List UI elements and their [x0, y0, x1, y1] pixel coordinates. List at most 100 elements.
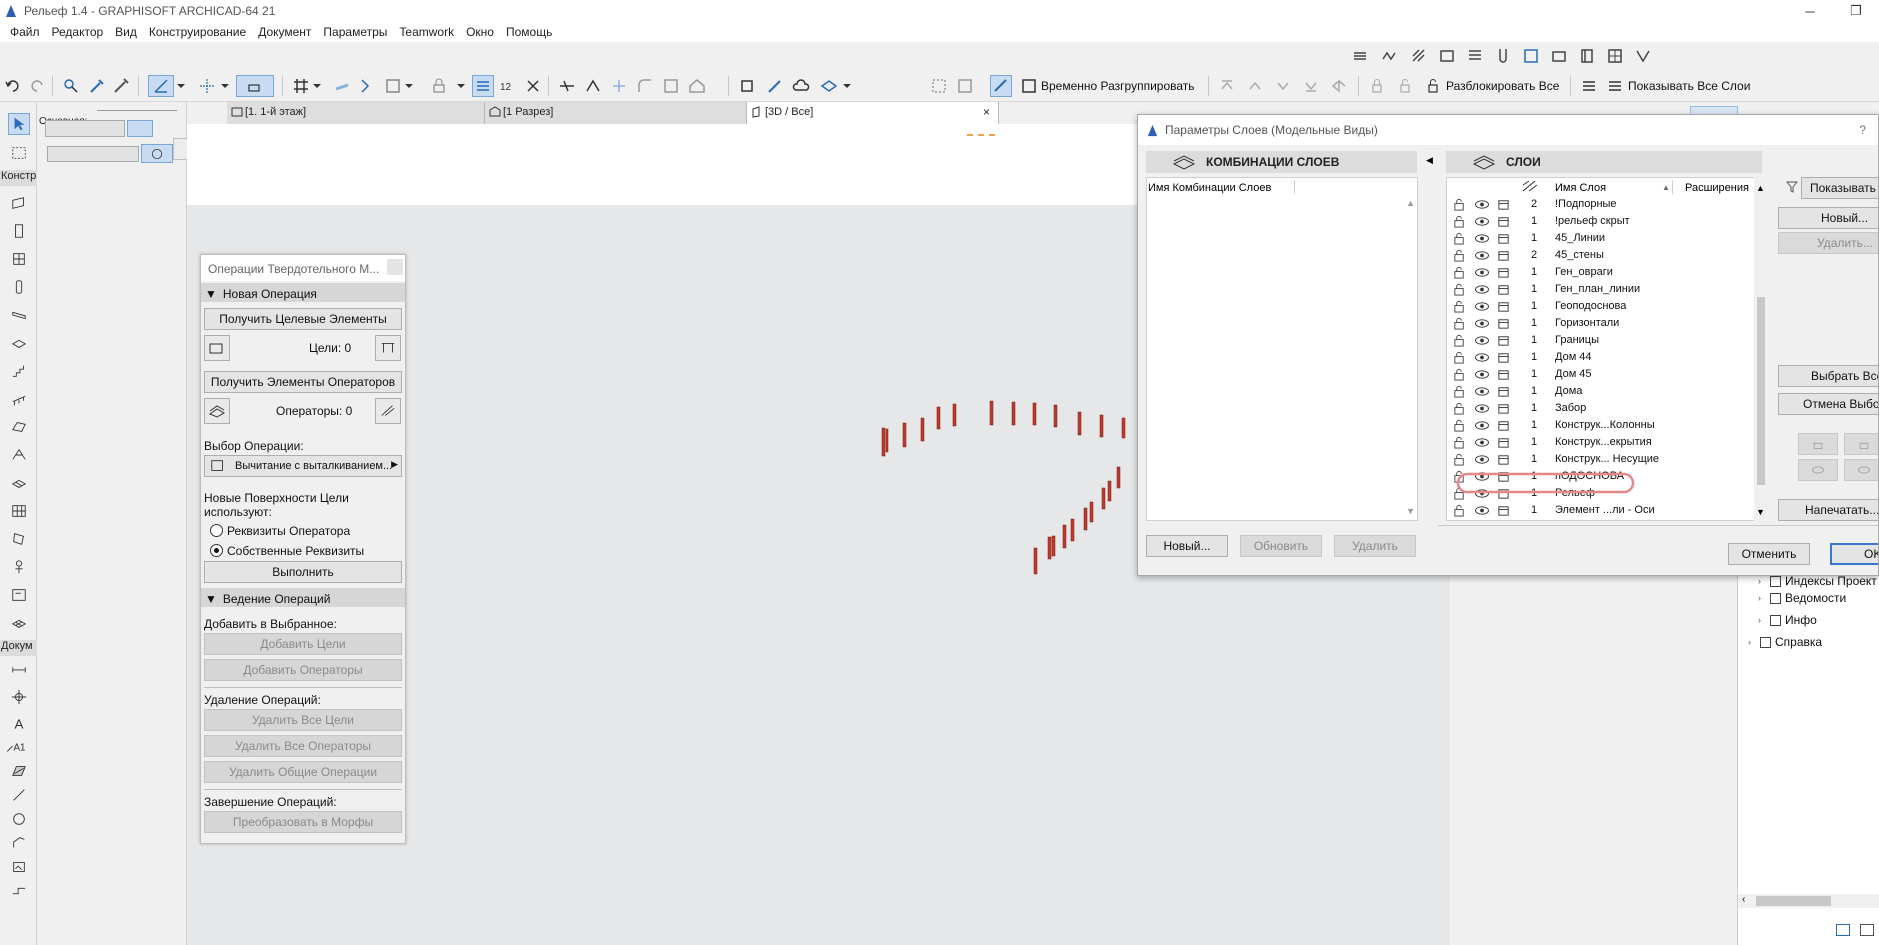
eye-icon[interactable]	[1474, 249, 1490, 262]
explode-icon[interactable]	[738, 77, 756, 95]
beam-tool-icon[interactable]	[8, 304, 30, 326]
show-all-layers-label[interactable]: Показывать Все Слои	[1628, 79, 1750, 93]
operator-attributes-radio[interactable]	[210, 524, 223, 537]
syringe-icon[interactable]	[112, 77, 130, 95]
layer-row[interactable]: 1 Забор	[1447, 400, 1757, 417]
section-manage-operations[interactable]: ▼ Ведение Операций	[201, 588, 405, 607]
selection-method-buttons[interactable]	[45, 120, 125, 137]
group-icon[interactable]	[930, 77, 948, 95]
intersection-group-number[interactable]: 1	[1528, 317, 1540, 329]
print-button[interactable]: Напечатать...	[1778, 499, 1878, 521]
column-tool-icon[interactable]	[8, 276, 30, 298]
own-attributes-radio[interactable]	[210, 544, 223, 557]
delete-all-operators-button[interactable]: Удалить Все Операторы	[204, 735, 402, 757]
operation-type-select[interactable]: Вычитание с выталкиванием... ▶	[204, 455, 402, 477]
eye-icon[interactable]	[1474, 283, 1490, 296]
marquee-tool-icon[interactable]	[8, 142, 30, 164]
intersection-group-number[interactable]: 1	[1528, 266, 1540, 278]
show-all-layers-icon[interactable]	[1606, 77, 1624, 95]
chevron-down-icon[interactable]	[220, 77, 230, 95]
intersection-group-number[interactable]: 1	[1528, 402, 1540, 414]
fill-icon[interactable]	[1410, 47, 1428, 65]
convert-to-morphs-button[interactable]: Преобразовать в Морфы	[204, 811, 402, 833]
curtain-wall-tool-icon[interactable]	[8, 500, 30, 522]
eye-icon[interactable]	[1474, 334, 1490, 347]
unlock-icon[interactable]	[1453, 232, 1466, 245]
gravity-icon[interactable]	[334, 77, 352, 95]
help-button[interactable]: ?	[1859, 123, 1866, 137]
morph-tool-icon[interactable]	[8, 528, 30, 550]
section-new-operation[interactable]: ▼ Новая Операция	[201, 283, 405, 302]
fillet-icon[interactable]	[636, 77, 654, 95]
layer-row[interactable]: 1 Элемент ...ли - Оси	[1447, 502, 1757, 519]
update-combination-button[interactable]: Обновить	[1240, 535, 1322, 557]
wireframe-icon[interactable]	[1497, 317, 1510, 330]
add-operators-button[interactable]: Добавить Операторы	[204, 659, 402, 681]
redo-icon[interactable]	[28, 77, 46, 95]
circle-tool-icon[interactable]	[8, 808, 30, 830]
roof-icon[interactable]	[688, 77, 706, 95]
eye-icon[interactable]	[1474, 436, 1490, 449]
layer-name[interactable]: Элемент ...ли - Оси	[1555, 504, 1655, 516]
selection-modes[interactable]	[47, 146, 139, 162]
operator-select-button[interactable]	[375, 398, 401, 424]
wireframe-icon[interactable]	[1497, 198, 1510, 211]
wireframe-icon[interactable]	[1497, 504, 1510, 517]
suspend-group-icon[interactable]	[990, 75, 1012, 97]
stair-tool-icon[interactable]	[8, 360, 30, 382]
unlock-all-label[interactable]: Разблокировать Все	[1446, 79, 1559, 93]
intersection-group-number[interactable]: 2	[1528, 198, 1540, 210]
layer-row[interactable]: 2 !Подпорные	[1447, 196, 1757, 213]
unlock-icon[interactable]	[1453, 504, 1466, 517]
chevron-down-icon[interactable]	[456, 77, 466, 95]
unlock-element-icon[interactable]	[1396, 77, 1414, 95]
unlock-icon[interactable]	[1453, 385, 1466, 398]
unlock-icon[interactable]	[1453, 436, 1466, 449]
intersection-group-number[interactable]: 1	[1528, 232, 1540, 244]
window-tool-icon[interactable]	[8, 248, 30, 270]
undo-icon[interactable]	[4, 77, 22, 95]
profiles-icon[interactable]	[1466, 47, 1484, 65]
minimize-button[interactable]: ─	[1787, 0, 1833, 22]
layer-name[interactable]: Ген_овраги	[1555, 266, 1613, 278]
layer-name[interactable]: Границы	[1555, 334, 1599, 346]
nav-item-schedules[interactable]: › Ведомости	[1758, 591, 1846, 605]
chevron-down-icon[interactable]	[404, 77, 414, 95]
eye-icon[interactable]	[1474, 402, 1490, 415]
polyline-tool-icon[interactable]	[8, 832, 30, 854]
wireframe-icon[interactable]	[1497, 334, 1510, 347]
lock-layers-button[interactable]	[1798, 433, 1838, 455]
layer-row[interactable]: 1 Ген_овраги	[1447, 264, 1757, 281]
unlock-icon[interactable]	[1453, 368, 1466, 381]
layer-row[interactable]: 1 Конструк...екрытия	[1447, 434, 1757, 451]
layer-row[interactable]: 1 Границы	[1447, 332, 1757, 349]
delete-all-targets-button[interactable]: Удалить Все Цели	[204, 709, 402, 731]
layer-row[interactable]: 1 Ген_план_линии	[1447, 281, 1757, 298]
wireframe-icon[interactable]	[1497, 215, 1510, 228]
unlock-layers-button[interactable]	[1844, 433, 1878, 455]
combo-name-column-header[interactable]: Имя Комбинации Слоев	[1148, 182, 1271, 194]
layer-name[interactable]: Дом 45	[1555, 368, 1592, 380]
own-attributes-label[interactable]: Собственные Реквизиты	[227, 544, 364, 558]
eye-icon[interactable]	[1474, 232, 1490, 245]
tab-floor-1[interactable]: [1. 1-й этаж]	[227, 102, 485, 124]
intersection-group-number[interactable]: 1	[1528, 283, 1540, 295]
eye-icon[interactable]	[1474, 266, 1490, 279]
wireframe-icon[interactable]	[1497, 453, 1510, 466]
intersection-group-number[interactable]: 1	[1528, 368, 1540, 380]
unlock-icon[interactable]	[1453, 453, 1466, 466]
nav-item-project-indexes[interactable]: › Индексы Проект	[1758, 574, 1877, 588]
wireframe-icon[interactable]	[1497, 283, 1510, 296]
menu-file[interactable]: Файл	[4, 25, 46, 39]
adjust-icon[interactable]	[584, 77, 602, 95]
skylight-tool-icon[interactable]	[8, 472, 30, 494]
layer-name-column-header[interactable]: Имя Слоя	[1555, 182, 1606, 194]
intersection-group-number[interactable]: 1	[1528, 436, 1540, 448]
unlock-icon[interactable]	[1453, 283, 1466, 296]
nav-item-help[interactable]: › Справка	[1748, 635, 1822, 649]
cloud-icon[interactable]	[792, 77, 810, 95]
level-dimension-tool-icon[interactable]	[8, 686, 30, 708]
collapse-left-icon[interactable]: ◀	[1426, 155, 1433, 166]
snap-guides-icon[interactable]	[198, 77, 216, 95]
mep-icon[interactable]	[1606, 47, 1624, 65]
